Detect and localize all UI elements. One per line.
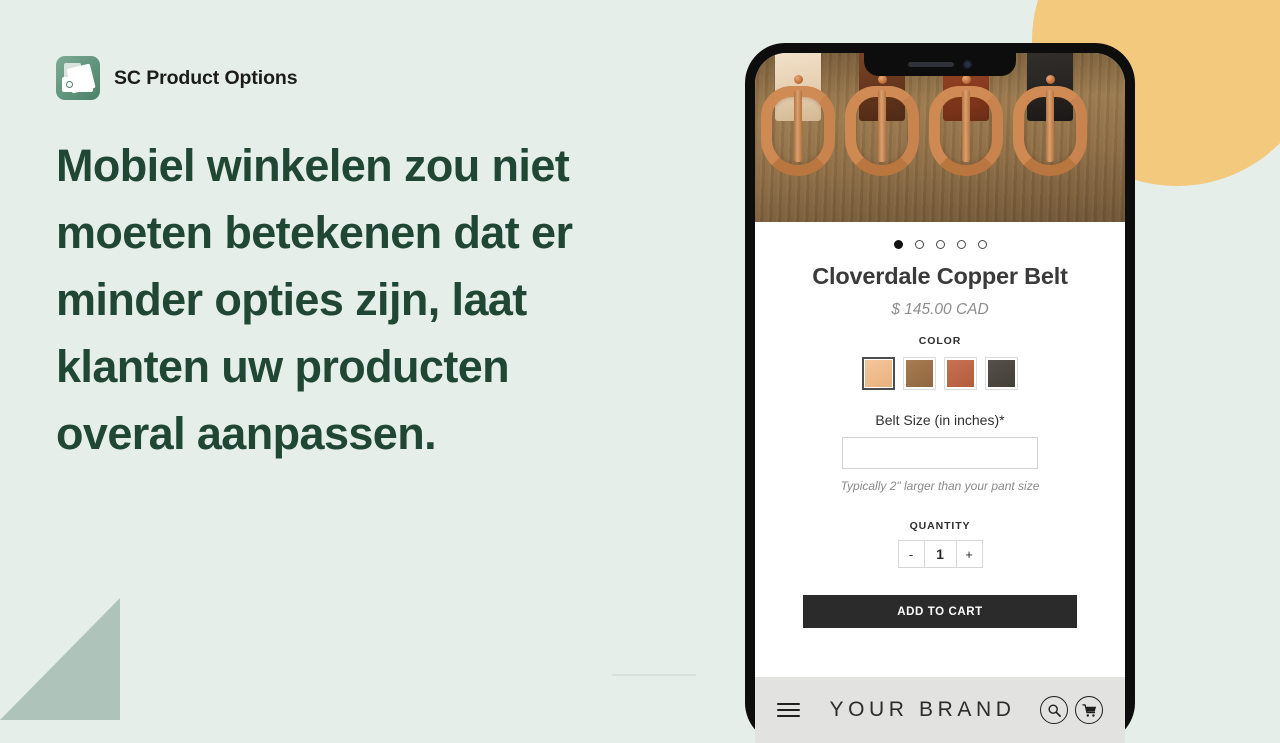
carousel-dot[interactable] <box>935 239 945 249</box>
brand-name: SC Product Options <box>114 66 298 89</box>
product-title: Cloverdale Copper Belt <box>812 263 1068 289</box>
carousel-dot[interactable] <box>977 239 987 249</box>
store-bottom-bar: YOUR BRAND <box>755 677 1125 743</box>
marketing-column: SC Product Options Mobiel winkelen zou n… <box>56 54 676 497</box>
carousel-dot[interactable] <box>893 239 903 249</box>
color-swatch-rust-copper[interactable] <box>944 357 977 390</box>
color-swatch-dark-charcoal[interactable] <box>985 357 1018 390</box>
speaker-slot-icon <box>908 62 954 67</box>
quantity-value[interactable]: 1 <box>924 540 956 568</box>
decorative-divider-line <box>612 674 696 676</box>
front-camera-icon <box>963 60 972 69</box>
hamburger-menu-icon[interactable] <box>777 702 800 718</box>
quantity-label: QUANTITY <box>909 520 971 532</box>
belt-size-label: Belt Size (in inches)* <box>875 412 1005 428</box>
color-swatch-natural-tan[interactable] <box>862 357 895 390</box>
phone-notch <box>864 53 1016 76</box>
carousel-dot[interactable] <box>914 239 924 249</box>
color-swatch-group[interactable] <box>755 357 1125 390</box>
carousel-dots[interactable] <box>755 237 1125 251</box>
brand-header: SC Product Options <box>56 54 676 102</box>
page-headline: Mobiel winkelen zou niet moeten betekene… <box>56 140 573 459</box>
decorative-triangle <box>0 598 120 720</box>
add-to-cart-button[interactable]: ADD TO CART <box>803 595 1077 628</box>
store-wordmark: YOUR BRAND <box>829 698 1016 721</box>
product-price: $ 145.00 CAD <box>891 301 989 318</box>
belt-size-hint: Typically 2" larger than your pant size <box>840 479 1040 493</box>
color-option-label: COLOR <box>918 335 962 347</box>
phone-mockup: Cloverdale Copper Belt $ 145.00 CAD COLO… <box>745 43 1135 743</box>
carousel-dot[interactable] <box>956 239 966 249</box>
belt-size-input[interactable] <box>842 437 1038 469</box>
product-photo[interactable] <box>755 53 1125 222</box>
quantity-stepper[interactable]: - 1 + <box>755 540 1125 568</box>
color-swatch-medium-brown[interactable] <box>903 357 936 390</box>
quantity-increment-button[interactable]: + <box>955 540 983 568</box>
phone-screen: Cloverdale Copper Belt $ 145.00 CAD COLO… <box>755 53 1125 743</box>
quantity-decrement-button[interactable]: - <box>897 540 925 568</box>
product-options-logo-icon <box>56 56 100 100</box>
